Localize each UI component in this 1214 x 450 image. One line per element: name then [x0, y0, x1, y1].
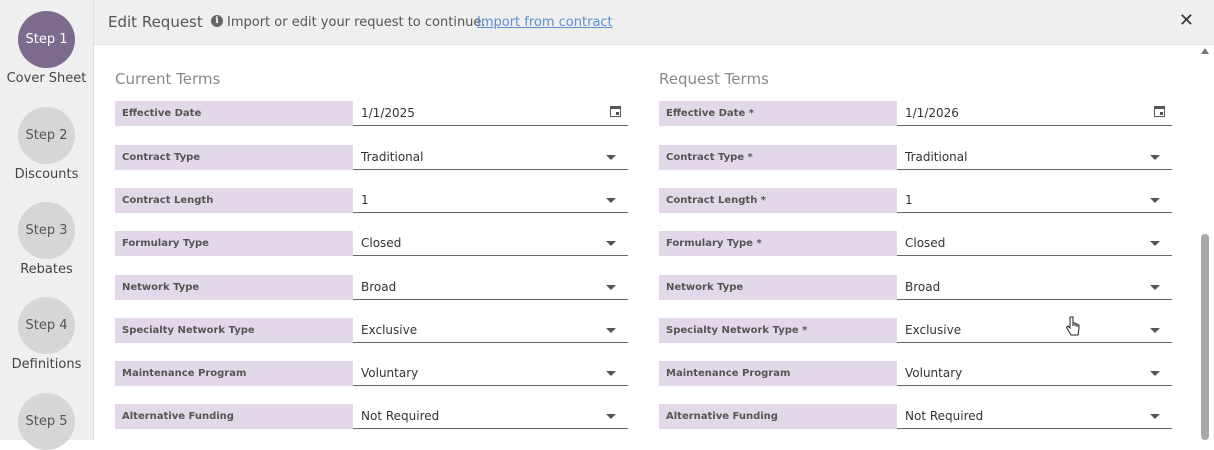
calendar-icon[interactable]	[610, 106, 621, 117]
current-alternative-funding-select[interactable]: Not Required	[353, 404, 628, 429]
field-value: Broad	[905, 280, 941, 294]
field-label: Alternative Funding	[659, 404, 897, 429]
field-label: Network Type	[115, 275, 353, 300]
current-contract-length-select[interactable]: 1	[353, 188, 628, 213]
current-maintenance-program-select[interactable]: Voluntary	[353, 361, 628, 386]
dialog-header: Edit Request i Import or edit your reque…	[94, 0, 1214, 45]
step-3-circle[interactable]: Step 3	[18, 202, 75, 259]
field-value: Closed	[361, 236, 402, 250]
field-label: Contract Length *	[659, 188, 897, 213]
request-terms-title: Request Terms	[659, 70, 769, 88]
chevron-down-icon[interactable]	[1150, 198, 1160, 203]
step-3-label: Rebates	[20, 262, 73, 277]
hand-cursor-icon	[1066, 316, 1080, 336]
step-4[interactable]: Step 4 Definitions	[0, 297, 93, 372]
request-network-type-select[interactable]: Broad	[897, 275, 1172, 300]
field-value: Exclusive	[361, 323, 418, 337]
step-sidebar: Step 1 Cover Sheet Step 2 Discounts Step…	[0, 0, 94, 450]
field-label: Effective Date	[115, 101, 353, 126]
field-label: Network Type	[659, 275, 897, 300]
chevron-down-icon[interactable]	[1150, 414, 1160, 419]
scrollbar[interactable]	[1200, 46, 1209, 440]
dialog-title: Edit Request	[108, 13, 203, 31]
field-label: Contract Type	[115, 145, 353, 170]
request-formulary-type-select[interactable]: Closed	[897, 231, 1172, 256]
field-label: Contract Length	[115, 188, 353, 213]
chevron-down-icon[interactable]	[1150, 155, 1160, 160]
step-2-circle[interactable]: Step 2	[18, 107, 75, 164]
scrollbar-thumb[interactable]	[1201, 234, 1209, 440]
current-network-type-select[interactable]: Broad	[353, 275, 628, 300]
field-label: Specialty Network Type *	[659, 318, 897, 343]
chevron-down-icon[interactable]	[606, 414, 616, 419]
field-label: Maintenance Program	[115, 361, 353, 386]
field-label: Specialty Network Type	[115, 318, 353, 343]
info-text: Import or edit your request to continue.	[227, 15, 486, 30]
step-3[interactable]: Step 3 Rebates	[0, 202, 93, 277]
step-1-circle[interactable]: Step 1	[18, 11, 75, 68]
field-value: Not Required	[361, 409, 440, 423]
close-icon[interactable]: ✕	[1179, 10, 1194, 31]
field-value: Voluntary	[361, 366, 419, 380]
current-effective-date-input[interactable]: 1/1/2025	[353, 101, 628, 126]
field-label: Alternative Funding	[115, 404, 353, 429]
field-value: Traditional	[361, 150, 424, 164]
scroll-up-icon[interactable]	[1201, 48, 1209, 54]
chevron-down-icon[interactable]	[1150, 328, 1160, 333]
step-4-circle[interactable]: Step 4	[18, 297, 75, 354]
field-value: 1/1/2026	[905, 106, 959, 120]
chevron-down-icon[interactable]	[606, 285, 616, 290]
chevron-down-icon[interactable]	[1150, 285, 1160, 290]
field-value: Broad	[361, 280, 397, 294]
step-1-label: Cover Sheet	[6, 71, 87, 86]
field-value: 1	[361, 193, 369, 207]
chevron-down-icon[interactable]	[606, 371, 616, 376]
request-maintenance-program-select[interactable]: Voluntary	[897, 361, 1172, 386]
request-contract-type-select[interactable]: Traditional	[897, 145, 1172, 170]
step-4-label: Definitions	[11, 357, 82, 372]
field-label: Formulary Type	[115, 231, 353, 256]
field-label: Formulary Type *	[659, 231, 897, 256]
current-contract-type-select[interactable]: Traditional	[353, 145, 628, 170]
field-label: Contract Type *	[659, 145, 897, 170]
step-1[interactable]: Step 1 Cover Sheet	[0, 11, 93, 86]
field-value: Closed	[905, 236, 946, 250]
step-2-label: Discounts	[14, 167, 79, 182]
current-terms-title: Current Terms	[115, 70, 221, 88]
field-value: 1	[905, 193, 913, 207]
chevron-down-icon[interactable]	[606, 328, 616, 333]
request-alternative-funding-select[interactable]: Not Required	[897, 404, 1172, 429]
request-specialty-network-type-select[interactable]: Exclusive	[897, 318, 1172, 343]
step-5[interactable]: Step 5	[0, 393, 93, 450]
chevron-down-icon[interactable]	[1150, 241, 1160, 246]
field-value: 1/1/2025	[361, 106, 415, 120]
field-label: Maintenance Program	[659, 361, 897, 386]
field-value: Traditional	[905, 150, 968, 164]
calendar-icon[interactable]	[1154, 106, 1165, 117]
step-5-circle[interactable]: Step 5	[18, 393, 75, 450]
request-effective-date-input[interactable]: 1/1/2026	[897, 101, 1172, 126]
current-formulary-type-select[interactable]: Closed	[353, 231, 628, 256]
field-value: Exclusive	[905, 323, 962, 337]
info-icon: i	[211, 15, 223, 27]
field-label: Effective Date *	[659, 101, 897, 126]
chevron-down-icon[interactable]	[606, 198, 616, 203]
current-specialty-network-type-select[interactable]: Exclusive	[353, 318, 628, 343]
chevron-down-icon[interactable]	[1150, 371, 1160, 376]
field-value: Not Required	[905, 409, 984, 423]
request-contract-length-select[interactable]: 1	[897, 188, 1172, 213]
chevron-down-icon[interactable]	[606, 155, 616, 160]
field-value: Voluntary	[905, 366, 963, 380]
step-2[interactable]: Step 2 Discounts	[0, 107, 93, 182]
import-from-contract-link[interactable]: Import from contract	[477, 15, 613, 30]
chevron-down-icon[interactable]	[606, 241, 616, 246]
